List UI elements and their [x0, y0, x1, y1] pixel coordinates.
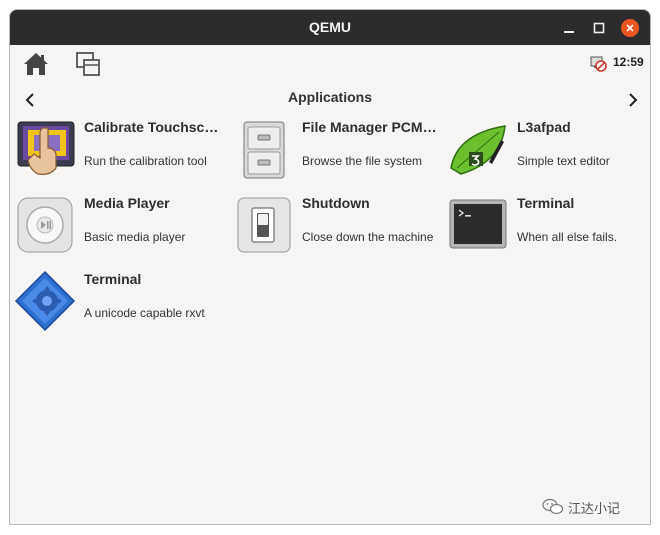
category-title: Applications: [287, 89, 372, 105]
app-description: When all else fails.: [517, 230, 618, 244]
app-description: Close down the machine: [302, 230, 434, 244]
terminal-icon: [447, 194, 509, 256]
power-switch-icon: [232, 194, 294, 256]
app-description: Basic media player: [84, 230, 186, 244]
toolbar: 12:59: [10, 45, 650, 87]
text-editor-leaf-icon: [447, 118, 509, 180]
app-name: L3afpad: [517, 119, 571, 135]
app-name: Terminal: [517, 195, 575, 211]
minimize-icon: [564, 30, 574, 33]
home-icon: [24, 53, 48, 75]
touchscreen-calibration-icon: [14, 118, 76, 180]
app-name: Calibrate Touchscreen: [84, 119, 220, 135]
maximize-button[interactable]: [586, 10, 612, 45]
close-button[interactable]: [617, 10, 643, 45]
app-name: Media Player: [84, 195, 170, 211]
network-status-icon[interactable]: [589, 54, 607, 72]
windows-icon: [76, 52, 100, 76]
rxvt-terminal-icon: [14, 270, 76, 332]
close-icon: [626, 23, 634, 32]
app-l3afpad[interactable]: L3afpad Simple text editor: [443, 116, 650, 184]
window-title: QEMU: [309, 19, 351, 35]
chevron-right-icon: [629, 93, 638, 107]
app-description: A unicode capable rxvt: [84, 306, 205, 320]
app-shutdown[interactable]: Shutdown Close down the machine: [228, 192, 442, 260]
maximize-icon: [593, 22, 605, 33]
qemu-window: QEMU 12:59 Applications Calibrate Touchs…: [9, 9, 651, 525]
clock: 12:59: [613, 55, 644, 69]
watermark: 江达小记: [542, 496, 642, 518]
media-player-icon: [14, 194, 76, 256]
window-switcher-button[interactable]: [74, 50, 102, 78]
app-description: Run the calibration tool: [84, 154, 207, 168]
app-name: Shutdown: [302, 195, 370, 211]
app-rxvt-terminal[interactable]: Terminal A unicode capable rxvt: [10, 268, 224, 336]
home-button[interactable]: [22, 50, 50, 78]
minimize-button[interactable]: [556, 10, 582, 45]
app-calibrate-touchscreen[interactable]: Calibrate Touchscreen Run the calibratio…: [10, 116, 224, 184]
navigation-bar: Applications: [10, 87, 650, 113]
app-name: File Manager PCManFM: [302, 119, 438, 135]
app-description: Simple text editor: [517, 154, 610, 168]
app-name: Terminal: [84, 271, 142, 287]
app-file-manager[interactable]: File Manager PCManFM Browse the file sys…: [228, 116, 442, 184]
wechat-icon: [542, 498, 564, 515]
next-page-button[interactable]: [623, 90, 643, 110]
file-cabinet-icon: [232, 118, 294, 180]
title-bar[interactable]: QEMU: [10, 10, 650, 45]
app-terminal[interactable]: Terminal When all else fails.: [443, 192, 650, 260]
watermark-text: 江达小记: [568, 500, 621, 516]
app-media-player[interactable]: Media Player Basic media player: [10, 192, 224, 260]
app-description: Browse the file system: [302, 154, 423, 168]
